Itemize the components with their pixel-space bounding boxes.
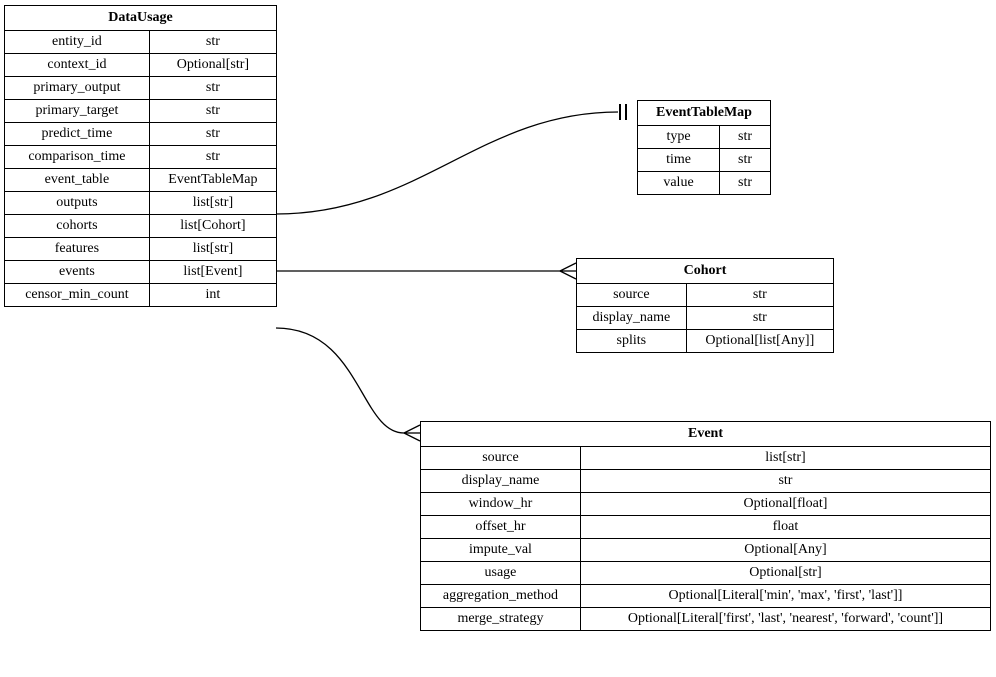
field-row: predict_timestr — [5, 123, 276, 146]
entity-title: Event — [421, 422, 990, 447]
field-row: outputslist[str] — [5, 192, 276, 215]
field-row: cohortslist[Cohort] — [5, 215, 276, 238]
field-row: valuestr — [638, 172, 770, 195]
field-row: aggregation_methodOptional[Literal['min'… — [421, 585, 990, 608]
entity-event: Event sourcelist[str] display_namestr wi… — [420, 421, 991, 631]
field-row: offset_hrfloat — [421, 516, 990, 539]
field-row: primary_outputstr — [5, 77, 276, 100]
entity-title: DataUsage — [5, 6, 276, 31]
field-row: sourcestr — [577, 284, 833, 307]
field-row: censor_min_countint — [5, 284, 276, 307]
entity-title: EventTableMap — [638, 101, 770, 126]
field-row: featureslist[str] — [5, 238, 276, 261]
field-row: impute_valOptional[Any] — [421, 539, 990, 562]
field-row: context_idOptional[str] — [5, 54, 276, 77]
field-row: primary_targetstr — [5, 100, 276, 123]
field-row: event_tableEventTableMap — [5, 169, 276, 192]
entity-cohort: Cohort sourcestr display_namestr splitsO… — [576, 258, 834, 353]
field-row: sourcelist[str] — [421, 447, 990, 470]
field-row: display_namestr — [577, 307, 833, 330]
field-row: eventslist[Event] — [5, 261, 276, 284]
field-row: comparison_timestr — [5, 146, 276, 169]
field-row: splitsOptional[list[Any]] — [577, 330, 833, 353]
entity-title: Cohort — [577, 259, 833, 284]
entity-fields: entity_idstr context_idOptional[str] pri… — [5, 31, 276, 306]
field-row: merge_strategyOptional[Literal['first', … — [421, 608, 990, 631]
field-row: typestr — [638, 126, 770, 149]
entity-fields: sourcestr display_namestr splitsOptional… — [577, 284, 833, 352]
field-row: timestr — [638, 149, 770, 172]
field-row: usageOptional[str] — [421, 562, 990, 585]
entity-eventtablemap: EventTableMap typestr timestr valuestr — [637, 100, 771, 195]
entity-fields: typestr timestr valuestr — [638, 126, 770, 194]
entity-fields: sourcelist[str] display_namestr window_h… — [421, 447, 990, 630]
entity-datausage: DataUsage entity_idstr context_idOptiona… — [4, 5, 277, 307]
field-row: window_hrOptional[float] — [421, 493, 990, 516]
field-row: display_namestr — [421, 470, 990, 493]
field-row: entity_idstr — [5, 31, 276, 54]
